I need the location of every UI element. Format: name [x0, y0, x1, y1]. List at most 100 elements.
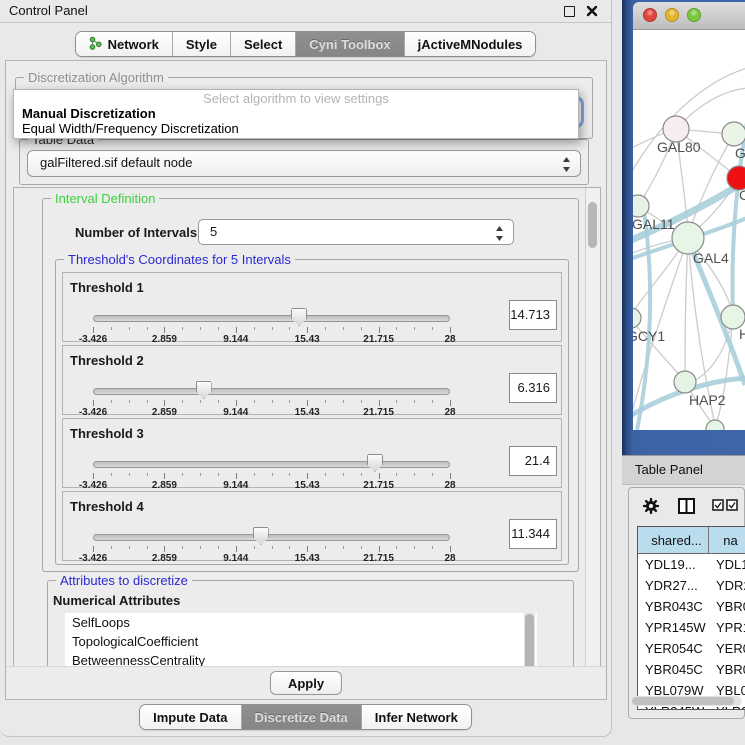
table-row[interactable]: YPR145WYPR1	[638, 617, 745, 638]
node-gcy1[interactable]	[633, 308, 641, 328]
numerical-attributes-list[interactable]: SelfLoopsTopologicalCoefficientBetweenne…	[65, 613, 537, 669]
node-g[interactable]	[722, 122, 745, 146]
table-cell[interactable]: YDR27...	[638, 575, 709, 596]
threshold-value-field[interactable]: 14.713	[509, 300, 557, 330]
network-canvas[interactable]: GAL80 G C GAL11 GAL4 GCY1 H HAP2	[633, 30, 745, 430]
table-data-combo[interactable]: galFiltered.sif default node	[27, 150, 581, 177]
threshold-slider-thumb[interactable]	[196, 381, 212, 399]
gear-icon[interactable]	[642, 497, 660, 518]
tick	[307, 400, 308, 406]
num-intervals-spinner[interactable]: 5	[198, 219, 514, 245]
node-label[interactable]: GCY1	[633, 328, 665, 344]
table-cell[interactable]: YER0	[709, 638, 745, 659]
threshold-slider-thumb[interactable]	[291, 308, 307, 326]
spinner-arrows-icon[interactable]	[495, 226, 504, 244]
node-label[interactable]: C	[739, 187, 745, 203]
threshold-slider-thumb[interactable]	[367, 454, 383, 472]
close-icon[interactable]	[586, 5, 598, 17]
network-icon	[89, 36, 102, 53]
tab-jactivemnodules[interactable]: jActiveMNodules	[405, 32, 536, 56]
tab-infer-network[interactable]: Infer Network	[362, 705, 471, 729]
threshold-value-field[interactable]: 11.344	[509, 519, 557, 549]
tick-label: 28	[444, 553, 455, 564]
apply-bar: Apply	[6, 666, 606, 699]
tick	[254, 400, 255, 403]
node-unlabeled[interactable]	[706, 420, 724, 430]
popup-item-manual-discretization[interactable]: Manual Discretization	[22, 106, 156, 121]
node-label[interactable]: HAP2	[689, 392, 726, 408]
tick	[450, 473, 451, 479]
node-label[interactable]: GAL11	[633, 216, 675, 232]
zoom-traffic-light[interactable]	[687, 8, 701, 22]
popup-placeholder-item[interactable]: Select algorithm to view settings	[14, 91, 578, 106]
attribute-item-selfloops[interactable]: SelfLoops	[65, 613, 537, 632]
column-header-na[interactable]: na	[709, 527, 745, 553]
tick-label: 15.43	[295, 334, 320, 345]
node-gal11[interactable]	[633, 195, 649, 217]
table-cell[interactable]: YPR1	[709, 617, 745, 638]
columns-icon[interactable]	[678, 498, 695, 517]
threshold-slider-track[interactable]	[93, 388, 450, 395]
popup-item-equal-width-frequency-discretization[interactable]: Equal Width/Frequency Discretization	[22, 121, 239, 136]
attribute-item-topologicalcoefficient[interactable]: TopologicalCoefficient	[65, 632, 537, 651]
table-row[interactable]: YBR045CYBR0	[638, 659, 745, 680]
tab-impute-data[interactable]: Impute Data	[140, 705, 241, 729]
table-panel-title: Table Panel	[635, 462, 703, 477]
list-scrollbar[interactable]	[524, 613, 535, 669]
table-row[interactable]: YBR043CYBR0	[638, 596, 745, 617]
column-header-shared[interactable]: shared...	[638, 527, 709, 553]
tab-network[interactable]: Network	[76, 32, 173, 56]
tab-cyni-toolbox[interactable]: Cyni Toolbox	[296, 32, 404, 56]
table-cell[interactable]: YDL19...	[638, 554, 709, 575]
num-intervals-value: 5	[210, 224, 217, 239]
attributes-group: Attributes to discretize Numerical Attri…	[47, 580, 574, 669]
vertical-scrollbar[interactable]	[585, 188, 600, 668]
node-label[interactable]: GAL80	[657, 139, 701, 155]
tick	[254, 327, 255, 330]
tick	[147, 546, 148, 549]
group-title: Interval Definition	[51, 191, 159, 206]
threshold-slider-track[interactable]	[93, 315, 450, 322]
float-icon[interactable]	[564, 6, 575, 17]
table-cell[interactable]: YDR2	[709, 575, 745, 596]
table-cell[interactable]: YBR0	[709, 659, 745, 680]
threshold-slider-track[interactable]	[93, 461, 450, 468]
table-cell[interactable]: YBR043C	[638, 596, 709, 617]
apply-button[interactable]: Apply	[270, 671, 342, 695]
tick-label: -3.426	[79, 553, 107, 564]
minimize-traffic-light[interactable]	[665, 8, 679, 22]
tick	[200, 546, 201, 549]
node-label[interactable]: H	[739, 326, 745, 342]
table-cell[interactable]: YDL1	[709, 554, 745, 575]
node-label[interactable]: GAL4	[693, 250, 729, 266]
tick-label: 28	[444, 334, 455, 345]
threshold-value-field[interactable]: 6.316	[509, 373, 557, 403]
node-label[interactable]: G	[735, 145, 745, 161]
tab-discretize-data[interactable]: Discretize Data	[242, 705, 362, 729]
tick-label: 9.144	[223, 553, 248, 564]
close-traffic-light[interactable]	[643, 8, 657, 22]
threshold-slider-thumb[interactable]	[253, 527, 269, 545]
table-cell[interactable]: YER054C	[638, 638, 709, 659]
tick-label: 28	[444, 480, 455, 491]
tick	[164, 473, 165, 479]
table-row[interactable]: YER054CYER0	[638, 638, 745, 659]
tick	[236, 473, 237, 479]
table-cell[interactable]: YPR145W	[638, 617, 709, 638]
tick	[432, 327, 433, 330]
tick	[343, 400, 344, 403]
node-hap2[interactable]	[674, 371, 696, 393]
threshold-slider-track[interactable]	[93, 534, 450, 541]
table-cell[interactable]: YBR045C	[638, 659, 709, 680]
tick	[450, 327, 451, 333]
checkboxes-icon[interactable]	[712, 499, 738, 514]
table-cell[interactable]: YBR0	[709, 596, 745, 617]
tab-select[interactable]: Select	[231, 32, 296, 56]
tick	[147, 327, 148, 330]
table-row[interactable]: YDR27...YDR2	[638, 575, 745, 596]
threshold-value-field[interactable]: 21.4	[509, 446, 557, 476]
horizontal-scrollbar[interactable]	[631, 696, 742, 706]
tick-label: 2.859	[152, 407, 177, 418]
tab-style[interactable]: Style	[173, 32, 231, 56]
table-row[interactable]: YDL19...YDL1	[638, 554, 745, 575]
